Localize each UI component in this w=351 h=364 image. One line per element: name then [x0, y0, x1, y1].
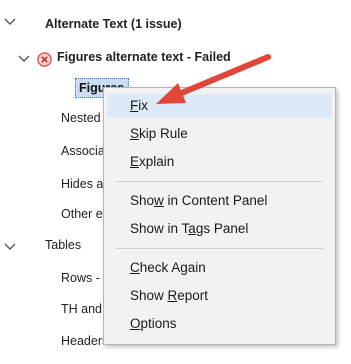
annotation-arrow	[156, 54, 271, 104]
accessibility-checker-panel: Alternate Text (1 issue) Figures alterna…	[0, 0, 351, 364]
